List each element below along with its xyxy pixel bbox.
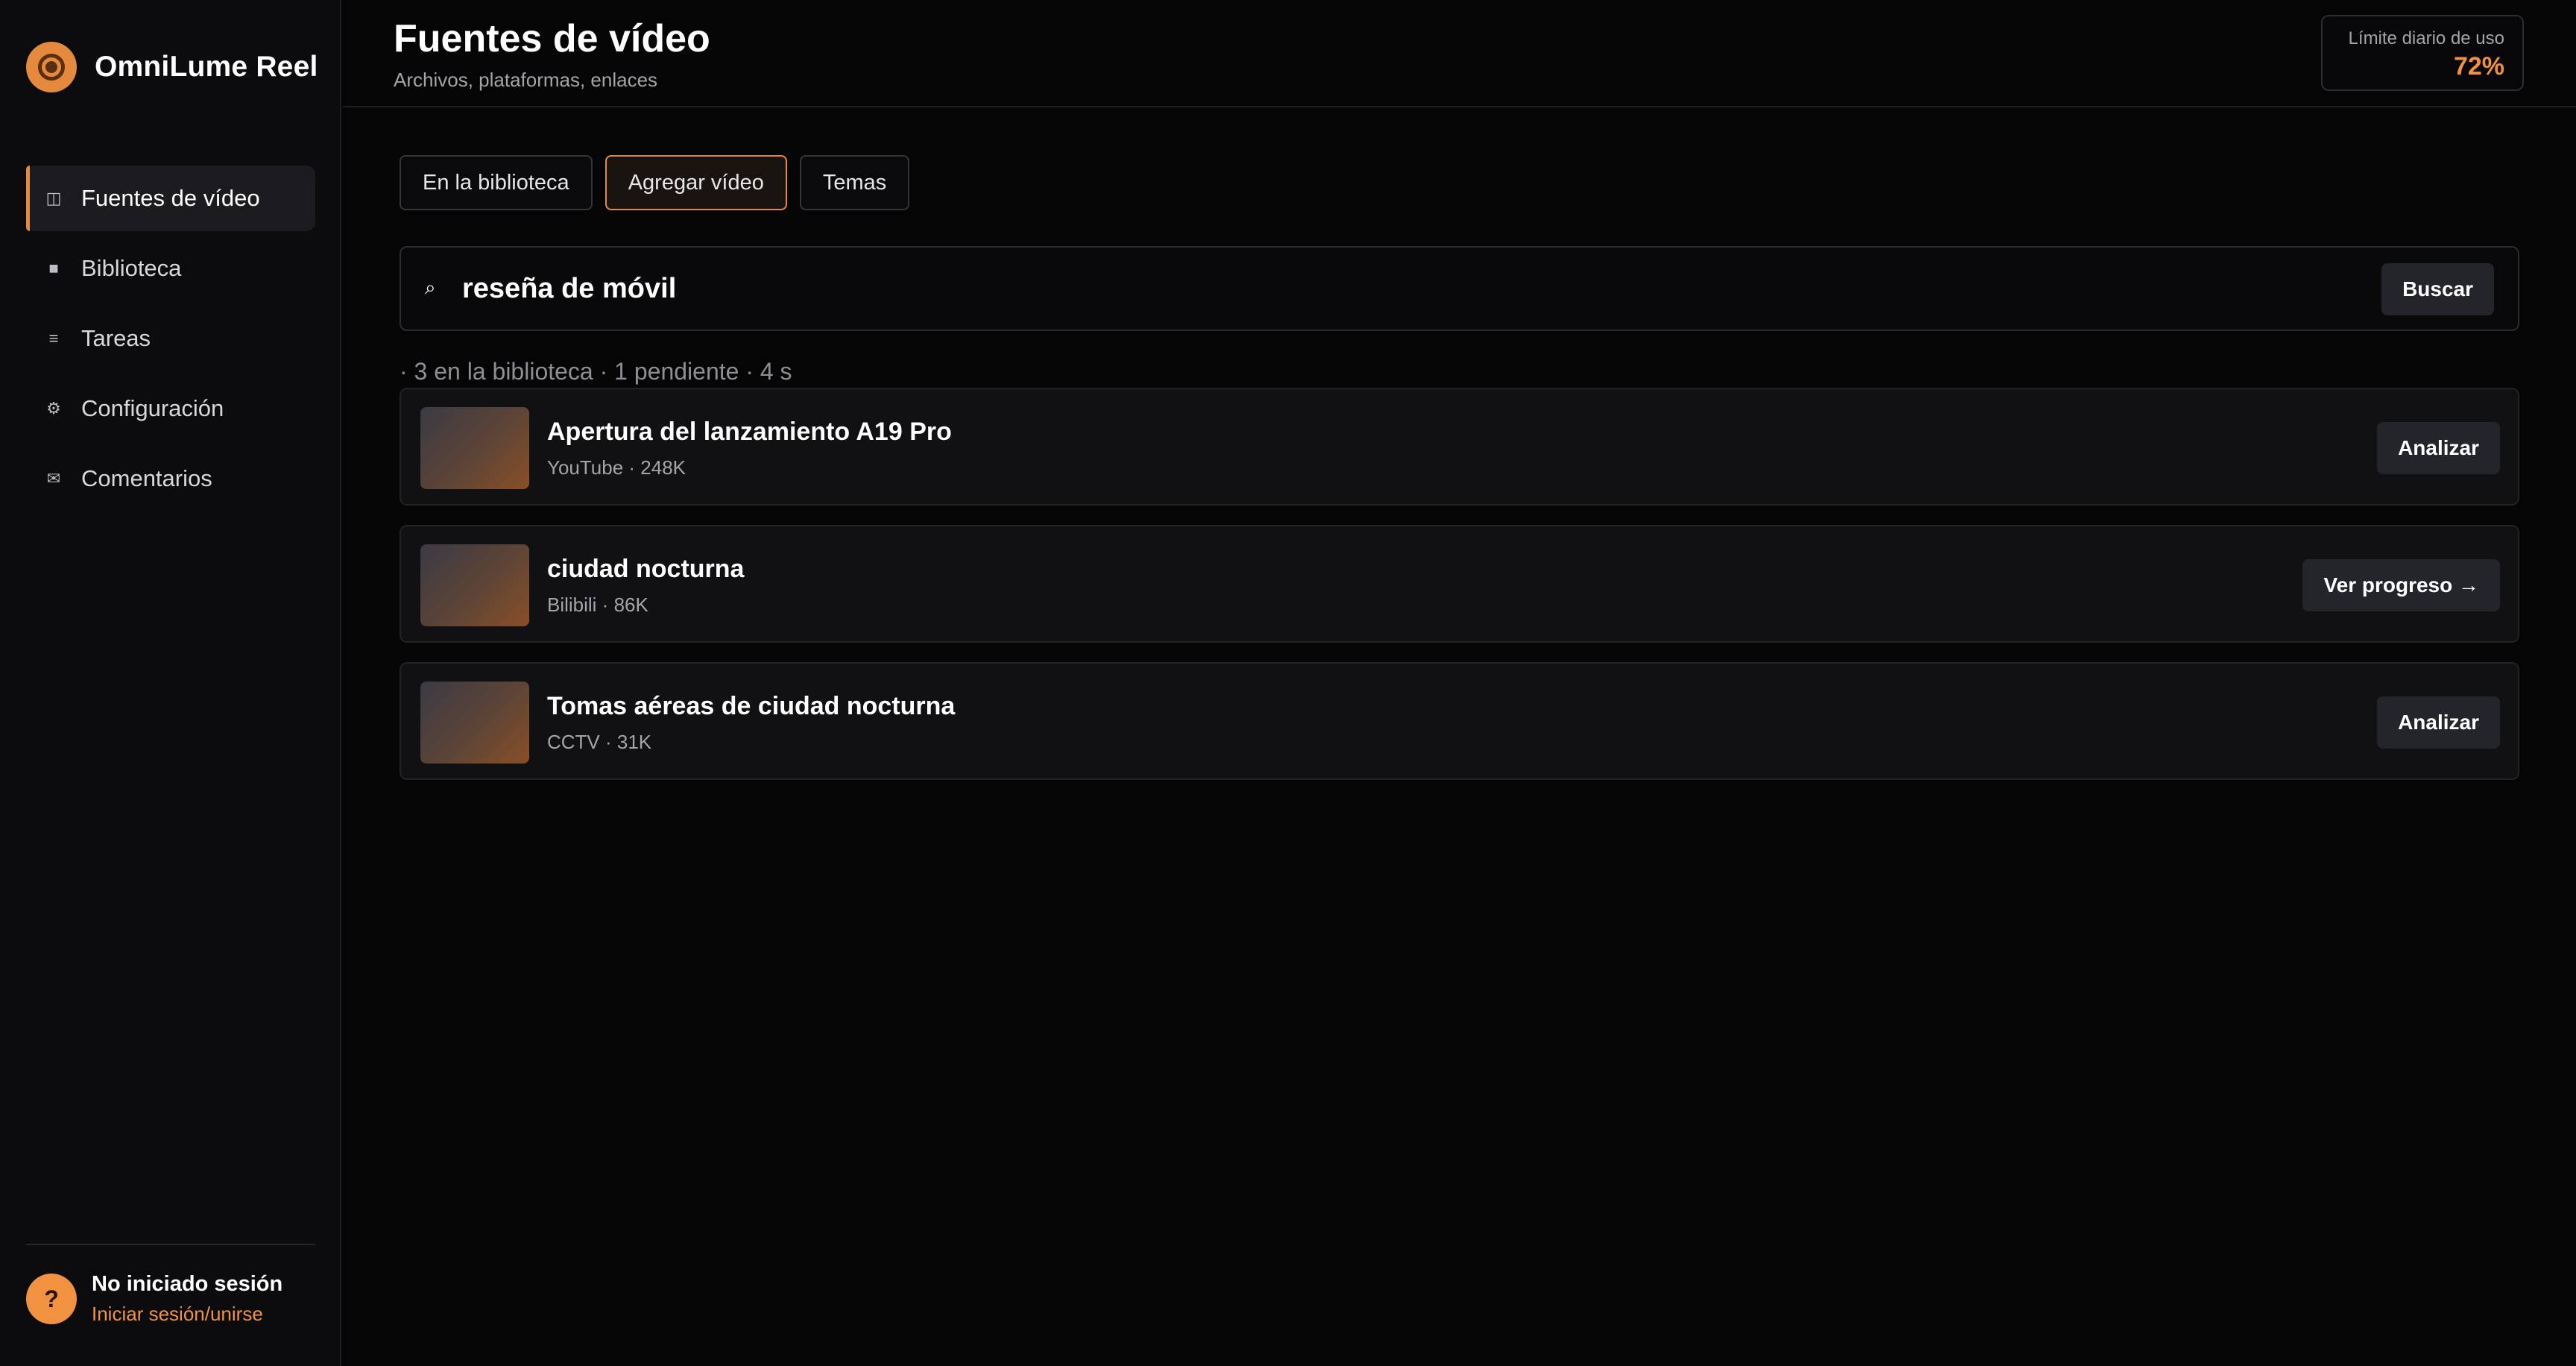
tab-agregar-video[interactable]: Agregar vídeo — [604, 155, 787, 210]
list-item[interactable]: Apertura del lanzamiento A19 Pro YouTube… — [400, 388, 2519, 506]
sidebar-item-biblioteca[interactable]: ■ Biblioteca — [26, 236, 315, 301]
sidebar: OmniLume Reel ◫ Fuentes de vídeo ■ Bibli… — [0, 0, 341, 1366]
sidebar-item-comentarios[interactable]: ✉ Comentarios — [26, 446, 315, 512]
sidebar-item-tareas[interactable]: ≡ Tareas — [26, 306, 315, 371]
quota-label: Límite diario de uso — [2348, 28, 2504, 48]
video-meta: CCTV · 31K — [547, 731, 652, 753]
list-icon: ≡ — [48, 329, 59, 347]
search-icon: ⌕ — [425, 276, 436, 298]
avatar[interactable]: ? — [26, 1274, 77, 1324]
video-title: ciudad nocturna — [547, 555, 745, 583]
analyze-button[interactable]: Analizar — [2377, 696, 2500, 749]
tab-temas[interactable]: Temas — [799, 155, 910, 210]
list-item[interactable]: Tomas aéreas de ciudad nocturna CCTV · 3… — [400, 662, 2519, 780]
video-meta: YouTube · 248K — [547, 456, 686, 479]
app-name: OmniLume Reel — [95, 51, 318, 83]
sidebar-divider — [26, 1244, 315, 1245]
source-tabs: En la biblioteca Agregar vídeo Temas — [400, 155, 910, 210]
list-item[interactable]: ciudad nocturna Bilibili · 86K Ver progr… — [400, 525, 2519, 643]
sidebar-item-label: Configuración — [81, 395, 224, 421]
results-summary: · 3 en la biblioteca · 1 pendiente · 4 s — [400, 358, 792, 385]
sidebar-item-label: Biblioteca — [81, 255, 182, 281]
video-title: Tomas aéreas de ciudad nocturna — [547, 692, 956, 720]
user-status: No iniciado sesión — [92, 1272, 283, 1296]
sidebar-nav: ◫ Fuentes de vídeo ■ Biblioteca ≡ Tareas… — [26, 166, 315, 516]
mail-icon: ✉ — [46, 469, 61, 488]
square-icon: ■ — [48, 259, 59, 277]
user-panel: ? No iniciado sesión Iniciar sesión/unir… — [26, 1272, 282, 1326]
page-header: Fuentes de vídeo Archivos, plataformas, … — [343, 0, 2576, 107]
search-input[interactable] — [461, 264, 2250, 313]
page-subtitle: Archivos, plataformas, enlaces — [394, 69, 658, 91]
quota-value: 72% — [2453, 52, 2504, 81]
video-thumbnail — [420, 407, 529, 489]
search-button[interactable]: Buscar — [2381, 263, 2494, 315]
video-meta: Bilibili · 86K — [547, 594, 648, 616]
sidebar-item-configuracion[interactable]: ⚙ Configuración — [26, 376, 315, 441]
video-title: Apertura del lanzamiento A19 Pro — [547, 418, 952, 446]
sidebar-item-label: Fuentes de vídeo — [81, 185, 260, 211]
video-thumbnail — [420, 544, 529, 626]
view-progress-button[interactable]: Ver progreso → — [2302, 559, 2500, 611]
search-bar: ⌕ Buscar — [400, 246, 2519, 331]
app-logo-icon — [26, 42, 77, 92]
login-link[interactable]: Iniciar sesión/unirse — [92, 1303, 282, 1326]
sidebar-item-fuentes-de-video[interactable]: ◫ Fuentes de vídeo — [26, 166, 315, 231]
results-list: Apertura del lanzamiento A19 Pro YouTube… — [400, 388, 2519, 799]
usage-quota: Límite diario de uso 72% — [2321, 15, 2524, 91]
brand[interactable]: OmniLume Reel — [26, 42, 318, 92]
video-thumbnail — [420, 682, 529, 764]
gear-icon: ⚙ — [46, 399, 61, 418]
sidebar-item-label: Comentarios — [81, 465, 212, 491]
sidebar-item-label: Tareas — [81, 325, 151, 351]
tab-en-la-biblioteca[interactable]: En la biblioteca — [400, 155, 593, 210]
page-title: Fuentes de vídeo — [394, 17, 710, 60]
analyze-button[interactable]: Analizar — [2377, 422, 2500, 474]
panels-icon: ◫ — [45, 189, 62, 207]
